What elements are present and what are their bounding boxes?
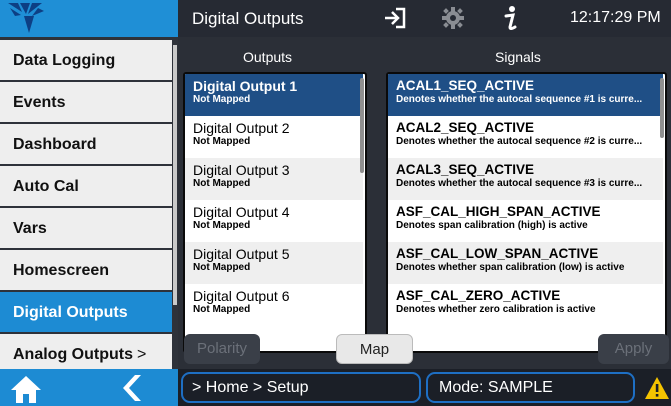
back-icon[interactable] (121, 374, 143, 402)
signal-description: Denotes whether the autocal sequence #2 … (396, 136, 643, 147)
sidebar-item-dashboard[interactable]: Dashboard (0, 124, 172, 164)
output-status: Not Mapped (193, 94, 251, 105)
logo-icon (8, 3, 44, 33)
signals-heading: Signals (495, 49, 541, 65)
signal-name: ASF_CAL_ZERO_ACTIVE (396, 288, 561, 303)
info-icon[interactable] (502, 5, 520, 33)
list-item[interactable]: Digital Output 5 Not Mapped (185, 242, 363, 284)
nav-area (0, 369, 178, 406)
signal-description: Denotes span calibration (high) is activ… (396, 220, 588, 231)
map-button[interactable]: Map (336, 334, 413, 364)
signals-list: ACAL1_SEQ_ACTIVE Denotes whether the aut… (386, 72, 667, 353)
logo (0, 0, 178, 37)
signals-scrollbar[interactable] (660, 78, 664, 138)
sidebar-item-auto-cal[interactable]: Auto Cal (0, 166, 172, 206)
signal-description: Denotes whether span calibration (low) i… (396, 262, 625, 273)
sidebar-item-label: Analog Outputs (13, 346, 133, 363)
login-icon[interactable] (383, 7, 407, 29)
signal-name: ACAL2_SEQ_ACTIVE (396, 120, 535, 135)
output-name: Digital Output 6 (193, 288, 290, 304)
sidebar-item-homescreen[interactable]: Homescreen (0, 250, 172, 290)
list-item[interactable]: Digital Output 4 Not Mapped (185, 200, 363, 242)
output-name: Digital Output 1 (193, 78, 298, 94)
sidebar: Data Logging Events Dashboard Auto Cal V… (0, 37, 178, 374)
list-item[interactable]: ASF_CAL_HIGH_SPAN_ACTIVE Denotes span ca… (388, 200, 663, 242)
polarity-button[interactable]: Polarity (184, 334, 260, 364)
sidebar-item-label: Homescreen (13, 262, 110, 279)
sidebar-item-digital-outputs[interactable]: Digital Outputs (0, 292, 172, 332)
list-item[interactable]: ACAL2_SEQ_ACTIVE Denotes whether the aut… (388, 116, 663, 158)
home-icon[interactable] (10, 375, 42, 403)
signal-name: ACAL3_SEQ_ACTIVE (396, 162, 535, 177)
list-item[interactable]: Digital Output 1 Not Mapped (185, 74, 363, 116)
sidebar-scrollbar[interactable] (173, 45, 177, 305)
gear-icon[interactable] (442, 7, 464, 29)
main-panel: Outputs Signals Digital Output 1 Not Map… (178, 37, 671, 369)
output-status: Not Mapped (193, 220, 251, 231)
output-status: Not Mapped (193, 136, 251, 147)
output-status: Not Mapped (193, 262, 251, 273)
sidebar-item-label: Dashboard (13, 136, 97, 153)
signal-name: ACAL1_SEQ_ACTIVE (396, 78, 535, 93)
sidebar-item-label: Vars (13, 220, 47, 237)
list-item[interactable]: ACAL1_SEQ_ACTIVE Denotes whether the aut… (388, 74, 663, 116)
sidebar-item-label: Events (13, 94, 66, 111)
bottom-bar: > Home > Setup Mode: SAMPLE (0, 369, 671, 406)
output-name: Digital Output 5 (193, 246, 290, 262)
signal-description: Denotes whether the autocal sequence #1 … (396, 94, 643, 105)
output-status: Not Mapped (193, 304, 251, 315)
outputs-list: Digital Output 1 Not Mapped Digital Outp… (183, 72, 367, 353)
output-status: Not Mapped (193, 178, 251, 189)
signal-description: Denotes whether zero calibration is acti… (396, 304, 596, 315)
signal-name: ASF_CAL_HIGH_SPAN_ACTIVE (396, 204, 601, 219)
output-name: Digital Output 4 (193, 204, 290, 220)
sidebar-item-label: Auto Cal (13, 178, 79, 195)
outputs-scrollbar[interactable] (360, 78, 364, 173)
output-name: Digital Output 3 (193, 162, 290, 178)
list-item[interactable]: Digital Output 6 Not Mapped (185, 284, 363, 326)
breadcrumb[interactable]: > Home > Setup (181, 372, 421, 403)
top-bar: Digital Outputs 12:17:29 PM (0, 0, 671, 37)
sidebar-item-label: Digital Outputs (13, 304, 128, 321)
sidebar-item-events[interactable]: Events (0, 82, 172, 122)
output-name: Digital Output 2 (193, 120, 290, 136)
mode-status[interactable]: Mode: SAMPLE (426, 372, 635, 403)
sidebar-item-analog-outputs[interactable]: Analog Outputs > (0, 334, 172, 374)
sidebar-item-data-logging[interactable]: Data Logging (0, 40, 172, 80)
warning-icon[interactable] (644, 376, 670, 400)
page-title: Digital Outputs (192, 9, 304, 28)
apply-button[interactable]: Apply (598, 334, 669, 364)
list-item[interactable]: Digital Output 3 Not Mapped (185, 158, 363, 200)
clock: 12:17:29 PM (570, 9, 661, 26)
chevron-right-icon: > (136, 346, 147, 363)
outputs-heading: Outputs (243, 49, 293, 65)
list-item[interactable]: Digital Output 2 Not Mapped (185, 116, 363, 158)
list-item[interactable]: ASF_CAL_LOW_SPAN_ACTIVE Denotes whether … (388, 242, 663, 284)
list-item[interactable]: ACAL3_SEQ_ACTIVE Denotes whether the aut… (388, 158, 663, 200)
signal-description: Denotes whether the autocal sequence #3 … (396, 178, 643, 189)
signal-name: ASF_CAL_LOW_SPAN_ACTIVE (396, 246, 599, 261)
sidebar-item-label: Data Logging (13, 52, 116, 69)
list-item[interactable]: ASF_CAL_ZERO_ACTIVE Denotes whether zero… (388, 284, 663, 326)
sidebar-item-vars[interactable]: Vars (0, 208, 172, 248)
